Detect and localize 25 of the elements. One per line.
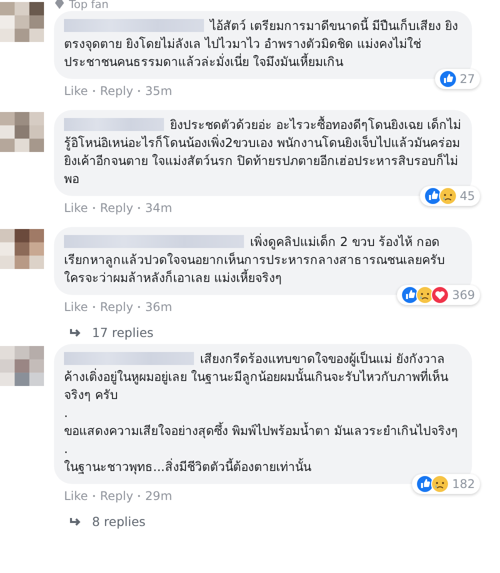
reaction-badge[interactable]: 27 xyxy=(434,69,480,89)
like-link[interactable]: Like xyxy=(64,84,88,98)
sad-face-icon xyxy=(438,187,457,205)
sad-face-icon xyxy=(431,475,450,493)
reaction-badge[interactable]: 182 xyxy=(412,474,480,494)
timestamp: 35m xyxy=(145,84,172,98)
timestamp: 34m xyxy=(145,201,172,215)
like-link[interactable]: Like xyxy=(64,201,88,215)
thumbs-up-icon xyxy=(438,70,457,88)
replies-link[interactable]: 8 replies xyxy=(92,514,146,529)
reply-link[interactable]: Reply xyxy=(100,300,134,314)
reply-arrow-icon xyxy=(70,328,82,338)
reply-link[interactable]: Reply xyxy=(100,489,134,503)
like-link[interactable]: Like xyxy=(64,489,88,503)
top-fan-label: Top fan xyxy=(69,0,109,11)
timestamp: 29m xyxy=(145,489,172,503)
diamond-icon xyxy=(54,0,65,9)
reply-arrow-icon xyxy=(70,516,82,526)
reply-link[interactable]: Reply xyxy=(100,201,134,215)
timestamp: 36m xyxy=(145,300,172,314)
replies-link[interactable]: 17 replies xyxy=(92,325,154,340)
reaction-badge[interactable]: 369 xyxy=(397,285,480,305)
reply-link[interactable]: Reply xyxy=(100,84,134,98)
like-link[interactable]: Like xyxy=(64,300,88,314)
reaction-badge[interactable]: 45 xyxy=(420,186,480,206)
